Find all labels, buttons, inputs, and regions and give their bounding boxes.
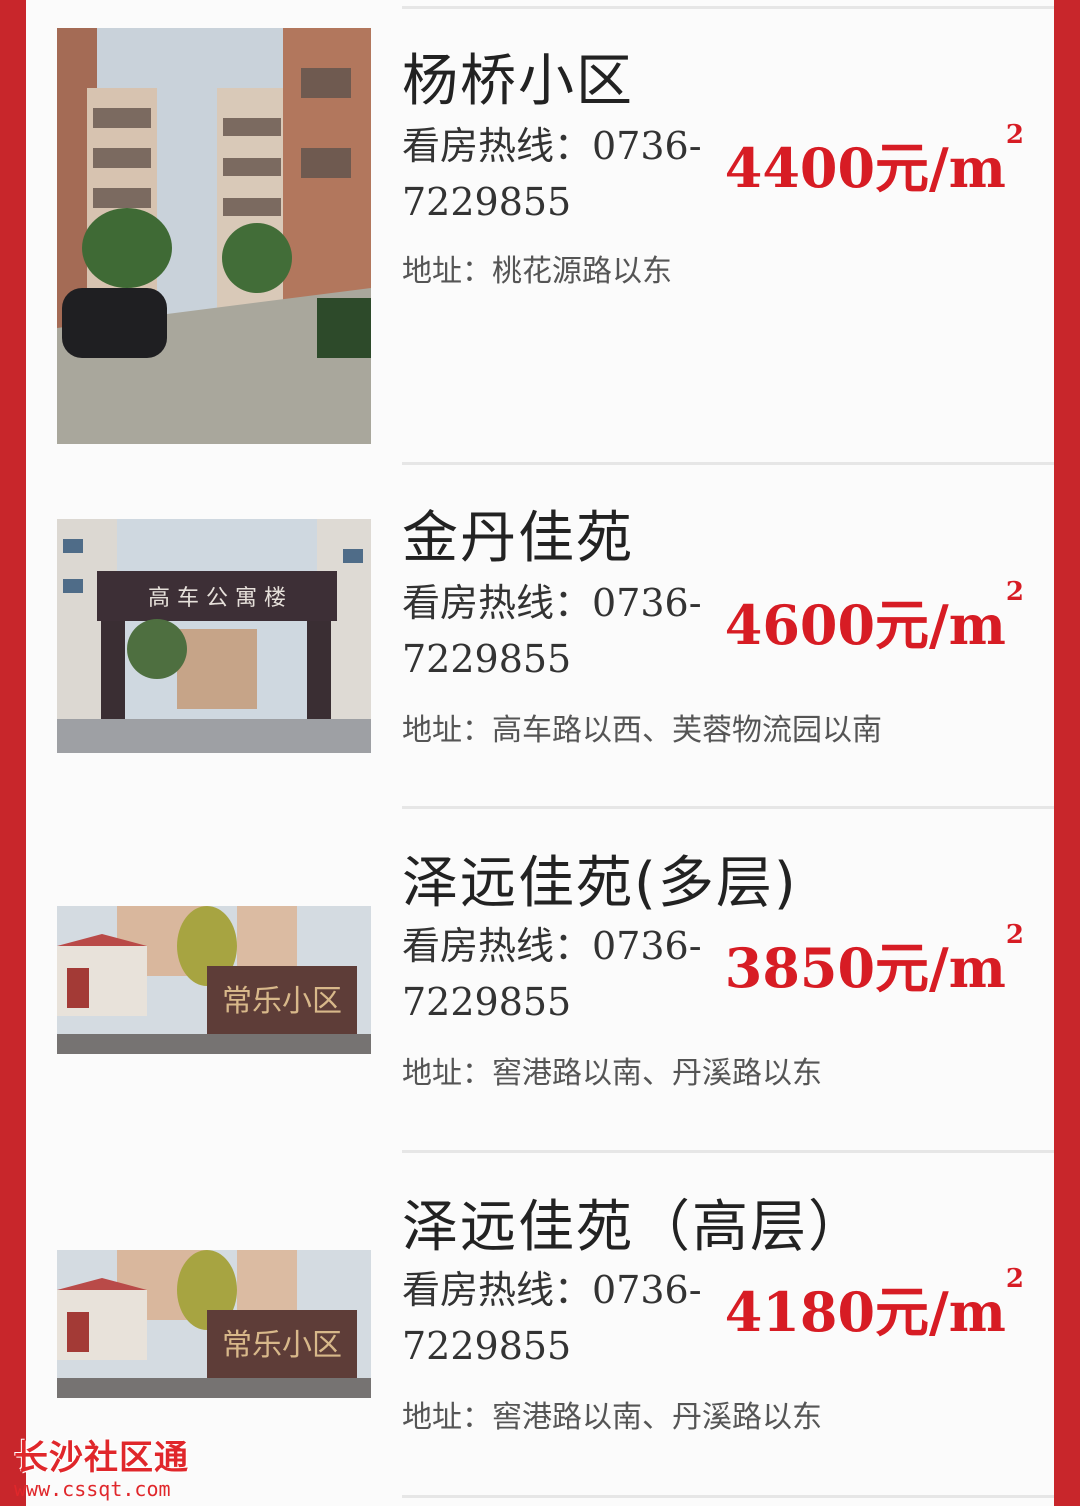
hotline-number-part1[interactable]: 0736- bbox=[592, 581, 702, 625]
gate-sign-text: 高 车 公 寓 楼 bbox=[148, 586, 286, 611]
address: 地址：窖港路以南、丹溪路以东 bbox=[402, 1392, 822, 1436]
hotline-number-part1[interactable]: 0736- bbox=[592, 1268, 702, 1312]
price: 3850元/m2 bbox=[724, 920, 1024, 1003]
left-red-border bbox=[0, 0, 26, 1506]
hotline-number-part2[interactable]: 7229855 bbox=[402, 180, 571, 224]
hotline-label: 看房热线： bbox=[402, 124, 593, 168]
hotline: 看房热线：0736- 7229855 bbox=[402, 118, 742, 230]
listing-name: 金丹佳苑 bbox=[402, 506, 634, 571]
address: 地址：桃花源路以东 bbox=[402, 246, 672, 290]
wall-sign-text: 常乐小区 bbox=[222, 984, 342, 1019]
hotline-number-part1[interactable]: 0736- bbox=[592, 124, 702, 168]
address-text: 桃花源路以东 bbox=[492, 254, 672, 289]
price-unit-exponent: 2 bbox=[1005, 577, 1024, 607]
listing-photo[interactable] bbox=[57, 28, 371, 444]
listing-panel: 杨桥小区 看房热线：0736- 7229855 4400元/m2 地址：桃花源路… bbox=[26, 0, 1054, 1506]
hotline-label: 看房热线： bbox=[402, 581, 593, 625]
wall-sign-text: 常乐小区 bbox=[222, 1328, 342, 1363]
address-text: 高车路以西、芙蓉物流园以南 bbox=[492, 713, 882, 748]
listing-name: 泽远佳苑(多层) bbox=[402, 851, 798, 916]
price-value: 3850元/m bbox=[724, 936, 1006, 1000]
price: 4180元/m2 bbox=[724, 1264, 1024, 1347]
address-label: 地址： bbox=[402, 1400, 492, 1435]
listing-item-jindan[interactable]: 高 车 公 寓 楼 金丹佳苑 看房热线：0736- 7229855 4600元/… bbox=[26, 465, 1054, 807]
price-unit-exponent: 2 bbox=[1005, 1264, 1024, 1294]
address-label: 地址： bbox=[402, 1056, 492, 1091]
listing-photo[interactable]: 常乐小区 bbox=[57, 1250, 371, 1398]
hotline-number-part2[interactable]: 7229855 bbox=[402, 1324, 571, 1368]
listing-photo[interactable]: 常乐小区 bbox=[57, 906, 371, 1054]
address-text: 窖港路以南、丹溪路以东 bbox=[492, 1400, 822, 1435]
price-value: 4400元/m bbox=[724, 136, 1006, 200]
address-text: 窖港路以南、丹溪路以东 bbox=[492, 1056, 822, 1091]
hotline-label: 看房热线： bbox=[402, 1268, 593, 1312]
watermark-title: 长沙社区通 bbox=[14, 1438, 189, 1478]
address: 地址：高车路以西、芙蓉物流园以南 bbox=[402, 705, 882, 749]
divider bbox=[402, 1495, 1054, 1498]
price: 4400元/m2 bbox=[724, 120, 1024, 203]
right-red-border bbox=[1054, 0, 1080, 1506]
hotline-number-part1[interactable]: 0736- bbox=[592, 924, 702, 968]
price-unit-exponent: 2 bbox=[1005, 120, 1024, 150]
address-label: 地址： bbox=[402, 713, 492, 748]
listing-name: 泽远佳苑（高层） bbox=[402, 1195, 866, 1260]
hotline: 看房热线：0736- 7229855 bbox=[402, 918, 742, 1030]
address: 地址：窖港路以南、丹溪路以东 bbox=[402, 1048, 822, 1092]
watermark-url: www.cssqt.com bbox=[14, 1477, 171, 1501]
listing-name: 杨桥小区 bbox=[402, 49, 634, 114]
price-value: 4180元/m bbox=[724, 1280, 1006, 1344]
price: 4600元/m2 bbox=[724, 577, 1024, 660]
price-value: 4600元/m bbox=[724, 593, 1006, 657]
listing-photo[interactable]: 高 车 公 寓 楼 bbox=[57, 519, 371, 753]
hotline-label: 看房热线： bbox=[402, 924, 593, 968]
hotline-number-part2[interactable]: 7229855 bbox=[402, 637, 571, 681]
price-unit-exponent: 2 bbox=[1005, 920, 1024, 950]
listing-item-zeyuan-multi[interactable]: 常乐小区 泽远佳苑(多层) 看房热线：0736- 7229855 3850元/m… bbox=[26, 808, 1054, 1151]
hotline-number-part2[interactable]: 7229855 bbox=[402, 980, 571, 1024]
hotline: 看房热线：0736- 7229855 bbox=[402, 575, 742, 687]
listing-item-yangqiao[interactable]: 杨桥小区 看房热线：0736- 7229855 4400元/m2 地址：桃花源路… bbox=[26, 0, 1054, 465]
address-label: 地址： bbox=[402, 254, 492, 289]
watermark-logo: 长沙社区通 www.cssqt.com bbox=[14, 1430, 189, 1501]
hotline: 看房热线：0736- 7229855 bbox=[402, 1262, 742, 1374]
